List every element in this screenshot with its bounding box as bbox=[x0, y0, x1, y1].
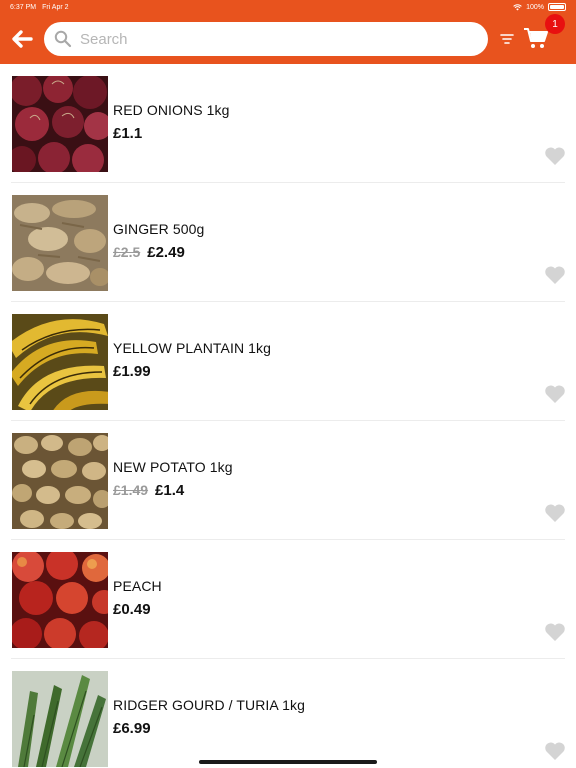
product-name: NEW POTATO 1kg bbox=[113, 459, 233, 475]
product-item[interactable]: GINGER 500g £2.5 £2.49 bbox=[11, 183, 565, 302]
heart-icon[interactable] bbox=[544, 741, 566, 761]
heart-icon[interactable] bbox=[544, 503, 566, 523]
product-image-ginger bbox=[12, 195, 108, 291]
shopping-cart-icon bbox=[524, 28, 548, 48]
product-item[interactable]: NEW POTATO 1kg £1.49 £1.4 bbox=[11, 421, 565, 540]
status-bar: 6:37 PM Fri Apr 2 100% bbox=[0, 0, 576, 14]
cart-button[interactable] bbox=[523, 26, 549, 50]
battery-icon bbox=[548, 3, 566, 11]
product-prices: £0.49 bbox=[113, 601, 151, 618]
product-prices: £1.99 bbox=[113, 363, 151, 380]
back-button[interactable] bbox=[8, 25, 36, 53]
product-prices: £2.5 £2.49 bbox=[113, 244, 185, 261]
product-image-potatoes bbox=[12, 433, 108, 529]
product-image-red-onions bbox=[12, 76, 108, 172]
search-icon bbox=[54, 30, 72, 48]
back-arrow-icon bbox=[12, 30, 33, 48]
status-right: 100% bbox=[513, 3, 566, 11]
product-price: £6.99 bbox=[113, 720, 151, 737]
product-name: RED ONIONS 1kg bbox=[113, 102, 230, 118]
product-item[interactable]: PEACH £0.49 bbox=[11, 540, 565, 659]
product-image-peach bbox=[12, 552, 108, 648]
product-old-price: £2.5 bbox=[113, 244, 141, 260]
product-image-ridge-gourd bbox=[12, 671, 108, 767]
product-old-price: £1.49 bbox=[113, 482, 149, 498]
product-prices: £1.1 bbox=[113, 125, 142, 142]
status-time: 6:37 PM bbox=[10, 3, 37, 11]
product-name: PEACH bbox=[113, 578, 162, 594]
heart-icon[interactable] bbox=[544, 622, 566, 642]
product-item[interactable]: RED ONIONS 1kg £1.1 bbox=[11, 64, 565, 183]
product-prices: £1.49 £1.4 bbox=[113, 482, 184, 499]
search-bar[interactable] bbox=[44, 22, 488, 56]
product-price: £1.1 bbox=[113, 125, 143, 142]
product-price: £1.4 bbox=[155, 482, 185, 499]
heart-icon[interactable] bbox=[544, 384, 566, 404]
home-indicator[interactable] bbox=[199, 760, 377, 764]
product-item[interactable]: RIDGER GOURD / TURIA 1kg £6.99 bbox=[11, 659, 565, 768]
filter-icon bbox=[500, 34, 514, 44]
product-name: GINGER 500g bbox=[113, 221, 205, 237]
wifi-icon bbox=[513, 3, 522, 10]
product-list: RED ONIONS 1kg £1.1 GINGER 500g £2.5 £2.… bbox=[0, 64, 576, 768]
search-input[interactable] bbox=[80, 30, 460, 48]
product-name: YELLOW PLANTAIN 1kg bbox=[113, 340, 272, 356]
product-price: £0.49 bbox=[113, 601, 151, 618]
product-image-plantain bbox=[12, 314, 108, 410]
product-item[interactable]: YELLOW PLANTAIN 1kg £1.99 bbox=[11, 302, 565, 421]
product-price: £1.99 bbox=[113, 363, 151, 380]
product-name: RIDGER GOURD / TURIA 1kg bbox=[113, 697, 305, 713]
top-bar: 6:37 PM Fri Apr 2 100% Search 1 bbox=[0, 0, 576, 64]
heart-icon[interactable] bbox=[544, 146, 566, 166]
filter-button[interactable] bbox=[498, 30, 516, 48]
product-price: £2.49 bbox=[147, 244, 185, 261]
product-prices: £6.99 bbox=[113, 720, 151, 737]
battery-percent: 100% bbox=[526, 3, 544, 11]
status-date: Fri Apr 2 bbox=[42, 3, 69, 11]
heart-icon[interactable] bbox=[544, 265, 566, 285]
cart-count-badge: 1 bbox=[545, 14, 565, 34]
